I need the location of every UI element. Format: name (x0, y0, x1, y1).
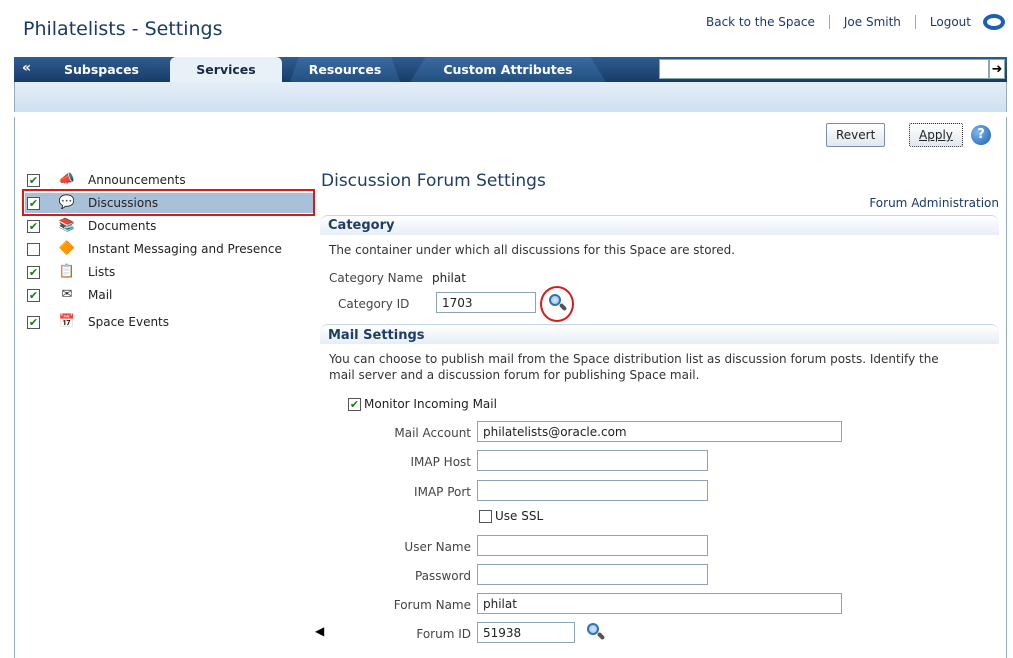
search-go-icon[interactable]: ➜ (989, 59, 1005, 79)
category-id-label: Category ID (338, 297, 410, 311)
service-label: Announcements (88, 173, 186, 187)
user-name-label: User Name (404, 540, 471, 554)
revert-button[interactable]: Revert (826, 123, 886, 147)
forum-search-icon[interactable] (586, 622, 606, 642)
mail-checkbox[interactable]: ✔ (27, 288, 40, 302)
service-item-lists[interactable]: ✔ 📋 Lists (25, 262, 315, 282)
apply-button[interactable]: Apply (909, 123, 963, 147)
tab-services[interactable]: Services (170, 57, 282, 82)
service-label: Mail (88, 288, 113, 302)
imap-host-label: IMAP Host (410, 455, 471, 469)
divider (914, 15, 916, 29)
service-item-announcements[interactable]: ✔ 📣 Announcements (25, 170, 315, 190)
password-label: Password (414, 569, 471, 583)
announcements-checkbox[interactable]: ✔ (27, 173, 40, 187)
search-highlight-circle (540, 286, 574, 322)
instant-messaging-checkbox[interactable] (27, 242, 40, 256)
forum-administration-link[interactable]: Forum Administration (869, 196, 999, 210)
imap-port-field[interactable] (477, 480, 708, 501)
search-input[interactable] (659, 59, 989, 79)
mail-icon: ✉ (61, 287, 73, 302)
logout-link[interactable]: Logout (930, 15, 971, 29)
use-ssl-label: Use SSL (495, 509, 544, 523)
splitter-handle-icon[interactable]: ◀ (315, 618, 324, 644)
category-description: The container under which all discussion… (329, 243, 736, 257)
tab-resources[interactable]: Resources (290, 57, 400, 82)
lists-checkbox[interactable]: ✔ (27, 265, 40, 279)
forum-name-label: Forum Name (393, 598, 471, 612)
category-title: Category (328, 218, 395, 233)
category-id-field[interactable] (436, 292, 536, 313)
documents-icon: 📚 (58, 218, 76, 233)
monitor-incoming-mail-checkbox[interactable]: ✔ (348, 398, 361, 411)
category-section-bar (320, 215, 999, 235)
forum-id-field[interactable] (477, 622, 575, 643)
service-item-instant-messaging[interactable]: 🔶 Instant Messaging and Presence (25, 239, 315, 259)
service-item-space-events[interactable]: ✔ 📅 Space Events (25, 312, 315, 332)
mail-account-label: Mail Account (394, 426, 471, 440)
user-name-field[interactable] (477, 535, 708, 556)
service-label: Space Events (88, 315, 170, 329)
forum-name-field[interactable] (477, 593, 842, 614)
category-name-label: Category Name (329, 271, 424, 285)
section-heading: Discussion Forum Settings (321, 171, 546, 191)
imap-port-label: IMAP Port (414, 485, 471, 499)
password-field[interactable] (477, 564, 708, 585)
forum-id-label: Forum ID (416, 627, 471, 641)
tab-custom-attributes[interactable]: Custom Attributes (410, 57, 606, 82)
megaphone-icon: 📣 (58, 172, 76, 187)
service-label: Documents (88, 219, 157, 233)
calendar-icon: 📅 (58, 314, 76, 329)
presence-icon: 🔶 (58, 241, 76, 256)
mail-description-line1: You can choose to publish mail from the … (329, 352, 939, 366)
monitor-incoming-mail-label: Monitor Incoming Mail (364, 397, 497, 411)
divider (828, 15, 830, 29)
service-item-documents[interactable]: ✔ 📚 Documents (25, 216, 315, 236)
mail-settings-title: Mail Settings (328, 328, 425, 343)
selection-highlight (22, 189, 315, 216)
tab-bar: « Subspaces Services Resources Custom At… (14, 57, 1007, 82)
list-icon: 📋 (58, 264, 76, 279)
imap-host-field[interactable] (477, 450, 708, 471)
service-item-mail[interactable]: ✔ ✉ Mail (25, 285, 315, 305)
service-label: Instant Messaging and Presence (88, 242, 282, 256)
page-title: Philatelists - Settings (23, 18, 223, 40)
user-name-link[interactable]: Joe Smith (844, 15, 901, 29)
sub-toolbar (14, 82, 1007, 112)
oracle-logo-icon (983, 14, 1005, 30)
service-label: Lists (88, 265, 116, 279)
collapse-icon[interactable]: « (22, 60, 31, 76)
help-icon[interactable]: ? (971, 125, 991, 145)
back-to-space-link[interactable]: Back to the Space (706, 15, 815, 29)
top-links: Back to the Space Joe Smith Logout (706, 14, 1005, 30)
mail-description-line2: mail server and a discussion forum for p… (329, 368, 700, 382)
use-ssl-checkbox[interactable] (479, 510, 492, 523)
space-events-checkbox[interactable]: ✔ (27, 315, 40, 329)
tab-subspaces[interactable]: Subspaces (44, 57, 159, 82)
documents-checkbox[interactable]: ✔ (27, 219, 40, 233)
mail-account-field[interactable] (477, 421, 842, 442)
category-name-value: philat (432, 271, 466, 285)
